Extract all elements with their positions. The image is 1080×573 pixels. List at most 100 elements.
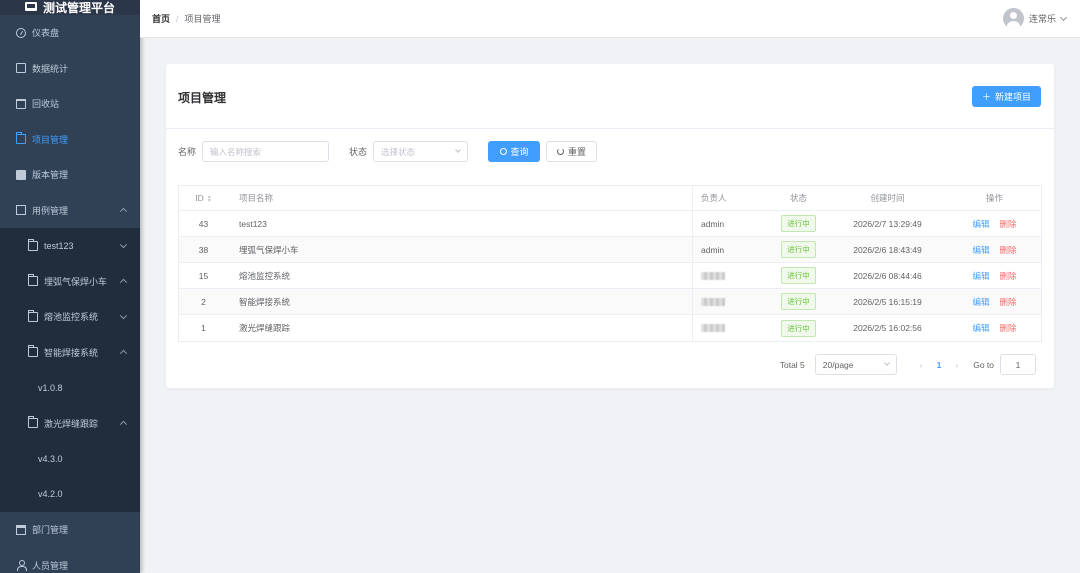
chevron-down-icon	[119, 240, 128, 249]
column-header-status: 状态	[789, 193, 807, 203]
cell-owner	[692, 289, 770, 314]
sidebar-item-dashboard[interactable]: 仪表盘	[0, 15, 140, 51]
monitor-icon	[16, 169, 26, 180]
table-header: ID ▲ ▼ 项目名称 负责人 状态 创建时间 操作	[179, 186, 1041, 211]
app-title: 测试管理平台	[42, 1, 115, 15]
cell-status: 进行中	[770, 215, 827, 232]
user-menu[interactable]: 连常乐	[1002, 8, 1068, 29]
cell-created: 2026/2/5 16:02:56	[853, 323, 922, 333]
delete-link[interactable]: 删除	[1000, 322, 1017, 334]
sidebar-item-personnel[interactable]: 人员管理	[0, 548, 140, 573]
brand: 测试管理平台	[0, 0, 140, 15]
top-bar: 首页 / 项目管理 连常乐	[140, 0, 1080, 38]
page-title: 项目管理	[178, 91, 227, 105]
chevron-down-icon	[883, 360, 890, 366]
divider	[166, 128, 1054, 129]
building-icon	[16, 524, 26, 535]
cell-created: 2026/2/6 18:43:49	[853, 244, 922, 255]
cell-actions: 编辑 删除	[948, 270, 1041, 282]
avatar	[1002, 8, 1024, 29]
chevron-up-icon	[119, 349, 128, 358]
new-project-button[interactable]: ＋ 新建项目	[972, 86, 1041, 107]
edit-link[interactable]: 编辑	[972, 322, 989, 334]
cell-id: 43	[198, 218, 209, 229]
sidebar-item-label: 部门管理	[32, 525, 69, 536]
status-badge: 进行中	[781, 319, 816, 337]
reset-button[interactable]: 重置	[546, 141, 598, 162]
next-page-icon[interactable]: ›	[955, 360, 958, 370]
sidebar-leaf-v4.3.0[interactable]: v4.3.0	[0, 441, 140, 477]
page-number[interactable]: 1	[937, 360, 942, 370]
search-icon	[499, 148, 507, 155]
sidebar-item-cases[interactable]: 用例管理	[0, 193, 140, 229]
delete-link[interactable]: 删除	[1000, 244, 1017, 256]
sidebar-subitem-laser-tracking[interactable]: 激光焊缝跟踪	[0, 405, 140, 441]
edit-link[interactable]: 编辑	[972, 296, 989, 308]
dashboard-icon	[16, 27, 26, 38]
query-button[interactable]: 查询	[488, 141, 541, 162]
chevron-down-icon	[455, 147, 461, 153]
table-row: 1 激光焊缝跟踪 进行中 2026/2/5 16:02:56 编辑 删除	[179, 315, 1041, 341]
sidebar-item-label: 项目管理	[32, 134, 69, 145]
prev-page-icon[interactable]: ‹	[920, 360, 923, 370]
sidebar-item-label: 人员管理	[32, 560, 69, 571]
project-table: ID ▲ ▼ 项目名称 负责人 状态 创建时间 操作 43 test123 admi…	[178, 185, 1042, 342]
cell-owner: admin	[692, 237, 770, 262]
sidebar-leaf-v4.2.0[interactable]: v4.2.0	[0, 476, 140, 512]
table-row: 38 埋弧气保焊小车 admin 进行中 2026/2/6 18:43:49 编…	[179, 237, 1041, 263]
status-select[interactable]: 选择状态	[373, 141, 469, 162]
redacted-owner	[701, 297, 725, 306]
cell-status: 进行中	[770, 267, 827, 284]
edit-link[interactable]: 编辑	[972, 218, 989, 230]
redacted-owner	[701, 271, 725, 280]
delete-link[interactable]: 删除	[1000, 270, 1017, 282]
cell-name: 埋弧气保焊小车	[239, 244, 299, 255]
sidebar-item-departments[interactable]: 部门管理	[0, 512, 140, 548]
sidebar-subitem-test123[interactable]: test123	[0, 228, 140, 264]
folder-icon	[28, 345, 38, 358]
table-row: 2 智能焊接系统 进行中 2026/2/5 16:15:19 编辑 删除	[179, 289, 1041, 315]
breadcrumb-home[interactable]: 首页	[152, 12, 170, 25]
page-size-select[interactable]: 20/page	[814, 354, 897, 375]
goto-label: Go to	[973, 359, 994, 370]
sidebar-item-recycle-bin[interactable]: 回收站	[0, 86, 140, 122]
folder-icon	[16, 132, 26, 145]
status-badge: 进行中	[781, 267, 816, 284]
status-select-placeholder: 选择状态	[381, 146, 416, 157]
column-header-id[interactable]: ID ▲ ▼	[179, 193, 228, 203]
sidebar-item-versions[interactable]: 版本管理	[0, 157, 140, 193]
column-header-label: ID	[195, 193, 204, 203]
cell-created: 2026/2/7 13:29:49	[853, 218, 922, 229]
sidebar-subitem-welding-cart[interactable]: 埋弧气保焊小车	[0, 263, 140, 299]
cell-actions: 编辑 删除	[948, 218, 1041, 230]
cell-actions: 编辑 删除	[948, 296, 1041, 308]
edit-link[interactable]: 编辑	[972, 244, 989, 256]
reset-label: 重置	[568, 147, 587, 157]
chevron-up-icon	[119, 207, 128, 216]
name-search-input[interactable]: 输入名称搜索	[202, 141, 330, 162]
query-label: 查询	[510, 147, 529, 157]
delete-link[interactable]: 删除	[1000, 218, 1017, 230]
sidebar-item-projects[interactable]: 项目管理	[0, 122, 140, 158]
sidebar-subitem-smart-welding[interactable]: 智能焊接系统	[0, 334, 140, 370]
edit-link[interactable]: 编辑	[972, 270, 989, 282]
goto-page-input[interactable]: 1	[1000, 354, 1036, 375]
status-filter-label: 状态	[349, 147, 368, 157]
goto-page-value: 1	[1015, 359, 1021, 370]
sort-icon[interactable]: ▲ ▼	[207, 194, 212, 203]
cell-owner: admin	[692, 211, 770, 236]
cell-name: test123	[239, 218, 267, 229]
filter-bar: 名称 输入名称搜索 状态 选择状态 查询 重置	[178, 141, 598, 162]
delete-link[interactable]: 删除	[1000, 296, 1017, 308]
cell-status: 进行中	[770, 241, 827, 258]
column-header-actions: 操作	[985, 193, 1003, 203]
sidebar-subitem-pool-monitor[interactable]: 熔池监控系统	[0, 299, 140, 335]
sidebar-leaf-v1.0.8[interactable]: v1.0.8	[0, 370, 140, 406]
sidebar-item-statistics[interactable]: 数据统计	[0, 51, 140, 87]
sidebar-item-label: v4.3.0	[38, 453, 63, 464]
user-icon	[16, 560, 27, 572]
sidebar-menu: 仪表盘 数据统计 回收站 项目管理 版本管理 用例管理 test123 埋弧气保…	[0, 15, 140, 573]
status-badge: 进行中	[781, 293, 816, 310]
folder-icon	[28, 238, 38, 251]
name-filter-label: 名称	[178, 147, 197, 157]
